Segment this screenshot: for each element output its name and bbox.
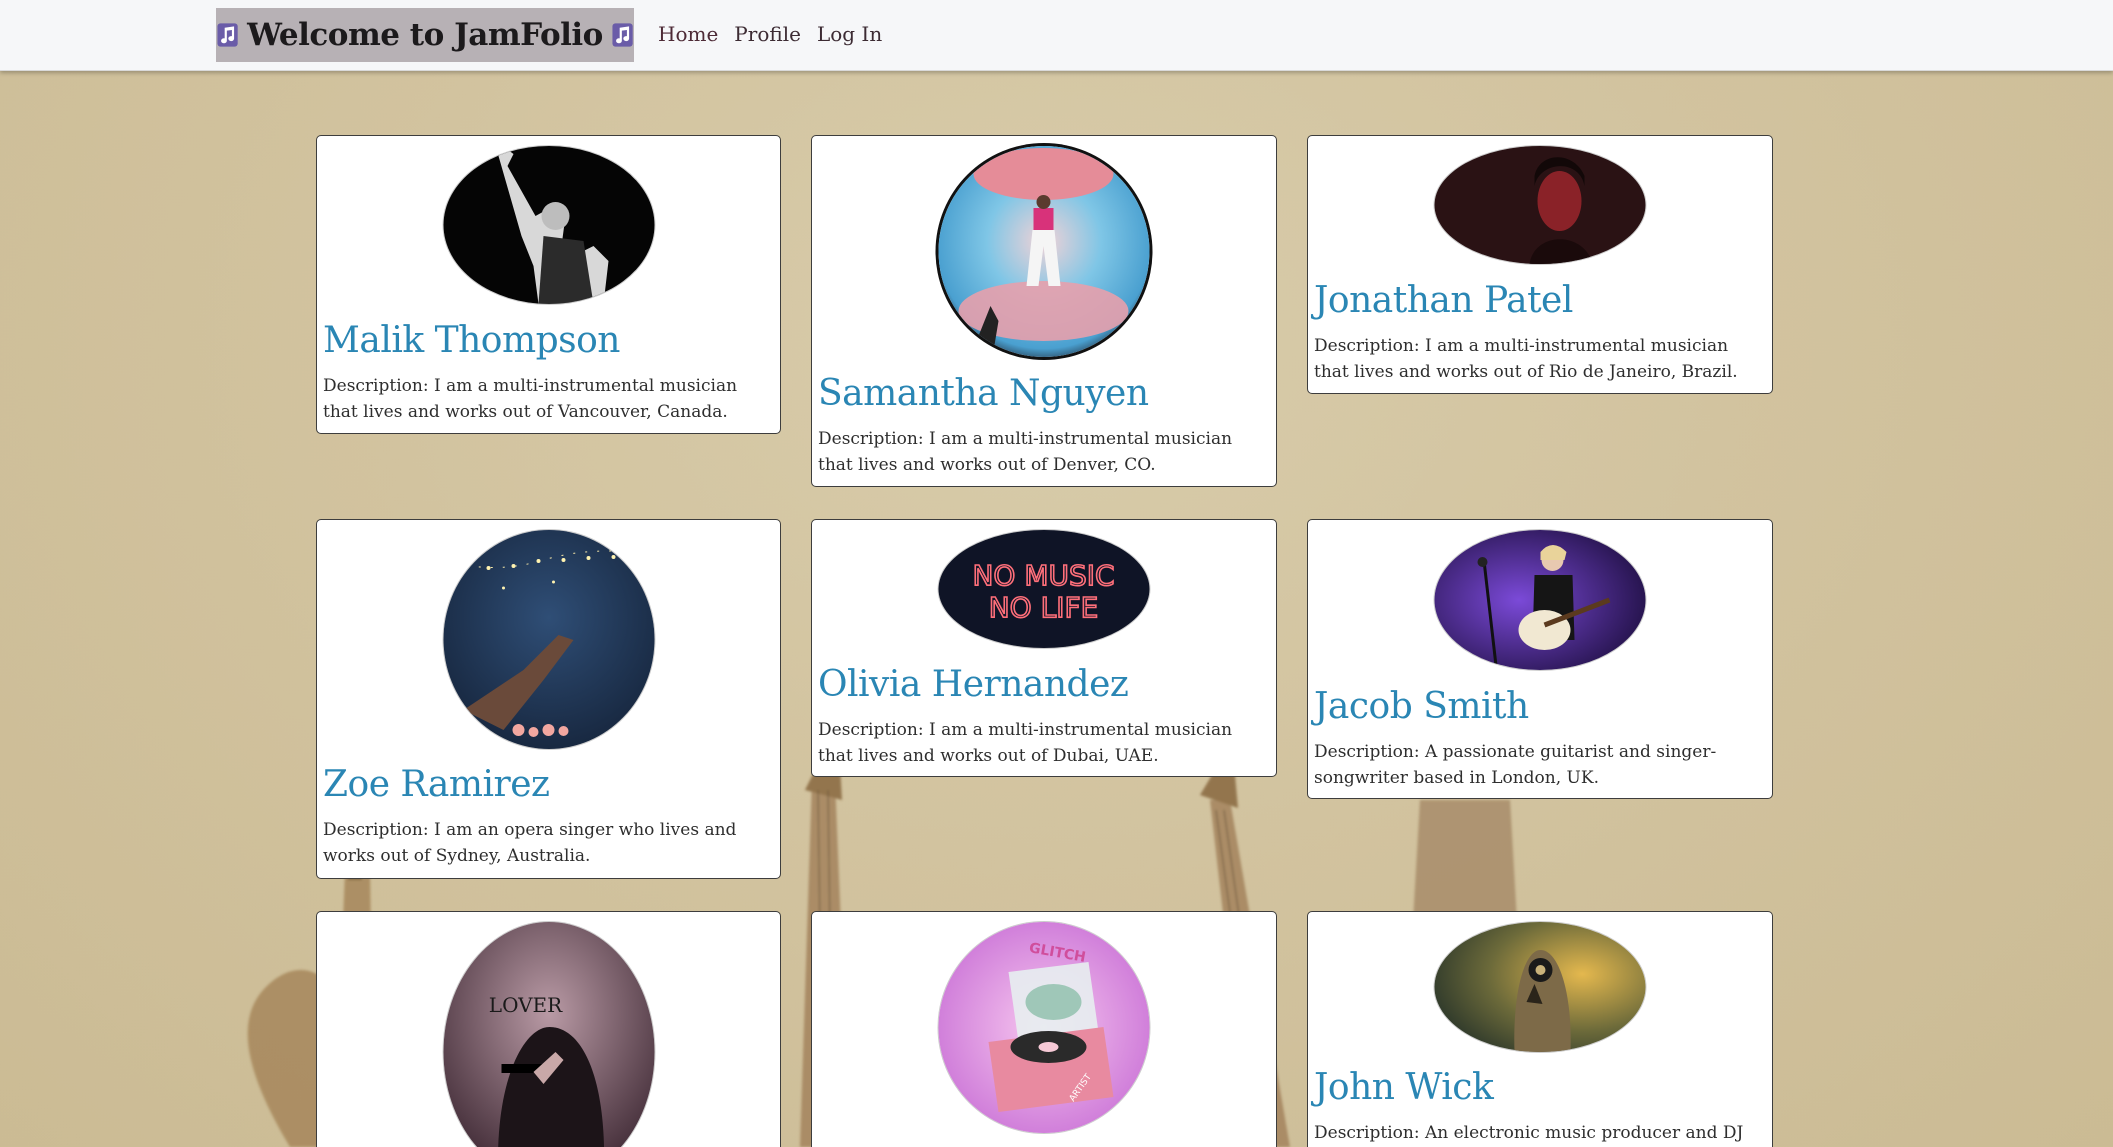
- musician-card[interactable]: Samantha Nguyen Description: I am a mult…: [811, 135, 1277, 487]
- musician-avatar: [443, 146, 654, 304]
- musician-card[interactable]: Jonathan Patel Description: I am a multi…: [1307, 135, 1773, 394]
- music-note-icon: [612, 23, 633, 47]
- musician-avatar: [1434, 530, 1646, 670]
- musician-description: Description: I am a multi-instrumental m…: [1314, 336, 1738, 382]
- musician-card[interactable]: LOVER: [316, 911, 781, 1147]
- musician-name[interactable]: Jacob Smith: [1314, 686, 1529, 727]
- musician-description: Description: I am an opera singer who li…: [323, 820, 737, 866]
- musician-name[interactable]: Zoe Ramirez: [323, 764, 550, 805]
- nav-link-profile[interactable]: Profile: [734, 22, 801, 46]
- musician-name[interactable]: John Wick: [1314, 1067, 1494, 1108]
- musician-name[interactable]: Jonathan Patel: [1314, 280, 1573, 321]
- top-navbar: Welcome to JamFolio Home Profile Log In: [0, 0, 2113, 71]
- music-note-icon: [217, 23, 238, 47]
- musician-description: Description: An electronic music produce…: [1314, 1123, 1744, 1143]
- musician-avatar: [1434, 146, 1646, 264]
- nav-link-login[interactable]: Log In: [817, 22, 882, 46]
- image-lover-text: LOVER: [488, 993, 562, 1017]
- musician-card[interactable]: John Wick Description: An electronic mus…: [1307, 911, 1773, 1147]
- musician-avatar: LOVER: [443, 922, 654, 1147]
- neon-text-line-2: NO LIFE: [989, 591, 1099, 624]
- musician-card[interactable]: NO MUSIC NO LIFE Olivia Hernandez Descri…: [811, 519, 1277, 777]
- musician-card[interactable]: GLITCH ARTIST: [811, 911, 1277, 1147]
- musician-avatar: [1434, 922, 1646, 1052]
- musician-avatar: NO MUSIC NO LIFE: [938, 530, 1150, 648]
- musician-description: Description: A passionate guitarist and …: [1314, 742, 1717, 788]
- musician-name[interactable]: Samantha Nguyen: [818, 373, 1149, 414]
- neon-text-line-1: NO MUSIC: [972, 559, 1114, 592]
- musician-card[interactable]: Jacob Smith Description: A passionate gu…: [1307, 519, 1773, 799]
- musician-description: Description: I am a multi-instrumental m…: [818, 429, 1233, 475]
- musician-card[interactable]: Zoe Ramirez Description: I am an opera s…: [316, 519, 781, 879]
- brand-title: Welcome to JamFolio: [247, 17, 603, 53]
- brand-logo[interactable]: Welcome to JamFolio: [216, 8, 634, 62]
- musician-description: Description: I am a multi-instrumental m…: [323, 376, 738, 422]
- musician-name[interactable]: Malik Thompson: [323, 320, 621, 361]
- musician-card[interactable]: Malik Thompson Description: I am a multi…: [316, 135, 781, 434]
- nav-links: Home Profile Log In: [658, 22, 882, 46]
- musician-name[interactable]: Olivia Hernandez: [818, 664, 1129, 705]
- musician-avatar: GLITCH ARTIST: [938, 922, 1150, 1133]
- musician-avatar: [443, 530, 654, 749]
- musician-avatar: [938, 146, 1150, 357]
- nav-link-home[interactable]: Home: [658, 22, 718, 46]
- musician-description: Description: I am a multi-instrumental m…: [818, 720, 1233, 766]
